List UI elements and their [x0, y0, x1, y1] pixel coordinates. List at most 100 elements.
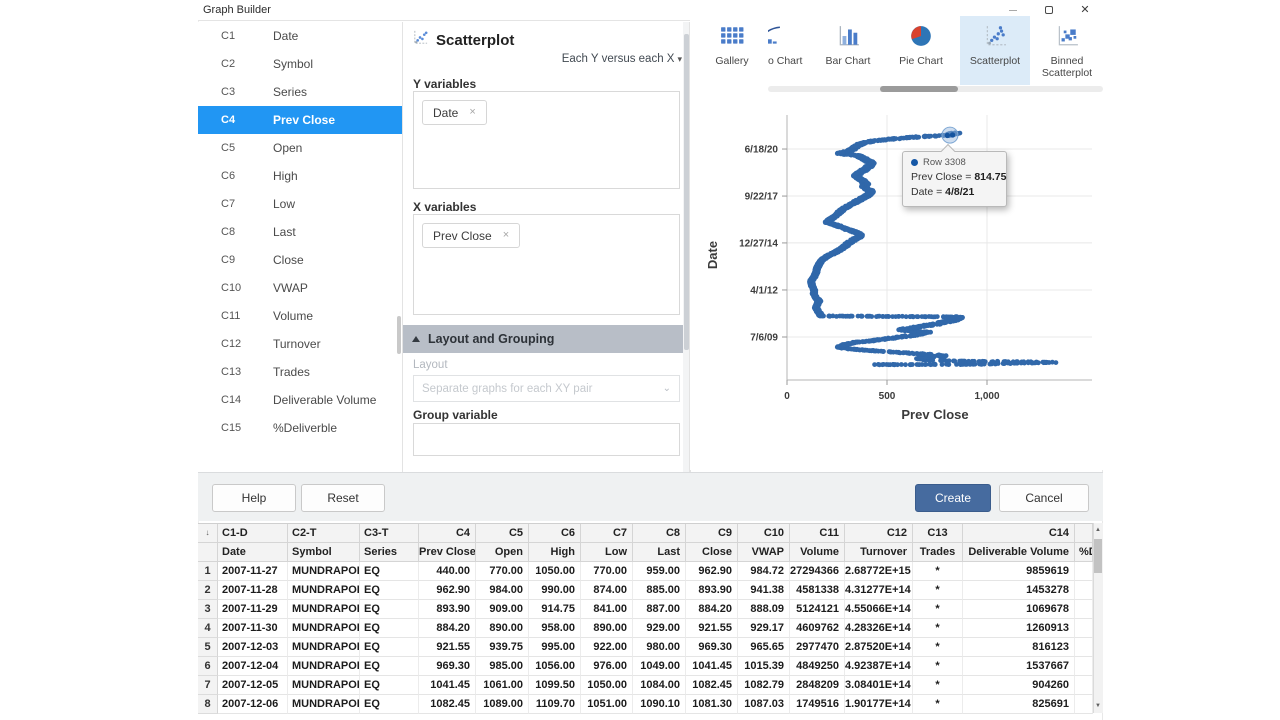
- header-cell[interactable]: C8: [633, 524, 686, 543]
- columns-list-scrollbar[interactable]: [397, 316, 401, 354]
- sort-arrow-icon[interactable]: ↓: [198, 524, 218, 543]
- table-cell[interactable]: 890.00: [476, 619, 529, 638]
- column-item-c3[interactable]: C3Series: [198, 78, 402, 106]
- header-cell[interactable]: C9: [686, 524, 738, 543]
- table-cell[interactable]: 1041.45: [686, 657, 738, 676]
- y-variable-chip[interactable]: Date ×: [422, 100, 487, 125]
- header-cell[interactable]: C11: [790, 524, 845, 543]
- header-cell[interactable]: C10: [738, 524, 790, 543]
- table-cell[interactable]: 2848209: [790, 676, 845, 695]
- table-cell[interactable]: [1075, 581, 1093, 600]
- header-cell[interactable]: C13: [913, 524, 963, 543]
- table-cell[interactable]: 904260: [963, 676, 1075, 695]
- header-cell[interactable]: Trades: [913, 543, 963, 562]
- table-cell[interactable]: 1061.00: [476, 676, 529, 695]
- column-item-c5[interactable]: C5Open: [198, 134, 402, 162]
- table-cell[interactable]: 958.00: [529, 619, 581, 638]
- table-cell[interactable]: 884.20: [419, 619, 476, 638]
- header-cell[interactable]: C5: [476, 524, 529, 543]
- table-cell[interactable]: 1049.00: [633, 657, 686, 676]
- table-cell[interactable]: MUNDRAPORT: [288, 600, 360, 619]
- table-cell[interactable]: 2007-12-03: [218, 638, 288, 657]
- table-cell[interactable]: 887.00: [633, 600, 686, 619]
- table-cell[interactable]: 4.28326E+14: [845, 619, 913, 638]
- header-cell[interactable]: C4: [419, 524, 476, 543]
- scatter-plot[interactable]: 6/18/209/22/1712/27/144/1/127/6/0905001,…: [690, 92, 1103, 470]
- column-item-c8[interactable]: C8Last: [198, 218, 402, 246]
- table-cell[interactable]: MUNDRAPORT: [288, 581, 360, 600]
- header-cell[interactable]: C14: [963, 524, 1075, 543]
- chart-type-scatterplot[interactable]: Scatterplot: [960, 16, 1030, 85]
- table-cell[interactable]: *: [913, 695, 963, 714]
- x-variables-dropzone[interactable]: Prev Close ×: [413, 214, 680, 315]
- table-cell[interactable]: 4.92387E+14: [845, 657, 913, 676]
- header-cell[interactable]: Date: [218, 543, 288, 562]
- table-cell[interactable]: 1041.45: [419, 676, 476, 695]
- table-cell[interactable]: 1749516: [790, 695, 845, 714]
- table-cell[interactable]: *: [913, 638, 963, 657]
- table-cell[interactable]: 990.00: [529, 581, 581, 600]
- reset-button[interactable]: Reset: [301, 484, 385, 512]
- table-cell[interactable]: 959.00: [633, 562, 686, 581]
- table-cell[interactable]: 962.90: [686, 562, 738, 581]
- table-cell[interactable]: 1081.30: [686, 695, 738, 714]
- table-cell[interactable]: 965.65: [738, 638, 790, 657]
- column-item-c14[interactable]: C14Deliverable Volume: [198, 386, 402, 414]
- table-cell[interactable]: 893.90: [419, 600, 476, 619]
- table-cell[interactable]: 893.90: [686, 581, 738, 600]
- table-cell[interactable]: 3: [198, 600, 218, 619]
- header-cell[interactable]: C2-T: [288, 524, 360, 543]
- table-cell[interactable]: 1050.00: [581, 676, 633, 695]
- header-cell[interactable]: [1075, 524, 1093, 543]
- table-cell[interactable]: 2007-11-29: [218, 600, 288, 619]
- table-cell[interactable]: EQ: [360, 676, 419, 695]
- chart-type-gallery[interactable]: Gallery: [698, 16, 766, 85]
- header-cell[interactable]: %D: [1075, 543, 1093, 562]
- column-item-c12[interactable]: C12Turnover: [198, 330, 402, 358]
- cancel-button[interactable]: Cancel: [999, 484, 1089, 512]
- table-cell[interactable]: 1084.00: [633, 676, 686, 695]
- header-cell[interactable]: VWAP: [738, 543, 790, 562]
- create-button[interactable]: Create: [915, 484, 991, 512]
- column-item-c10[interactable]: C10VWAP: [198, 274, 402, 302]
- table-cell[interactable]: MUNDRAPORT: [288, 695, 360, 714]
- header-cell[interactable]: [198, 543, 218, 562]
- table-cell[interactable]: EQ: [360, 657, 419, 676]
- table-cell[interactable]: 884.20: [686, 600, 738, 619]
- table-cell[interactable]: 816123: [963, 638, 1075, 657]
- highlighted-point[interactable]: [945, 133, 950, 138]
- table-cell[interactable]: 770.00: [476, 562, 529, 581]
- table-cell[interactable]: [1075, 695, 1093, 714]
- table-cell[interactable]: MUNDRAPORT: [288, 619, 360, 638]
- column-item-c15[interactable]: C15%Deliverble: [198, 414, 402, 442]
- header-cell[interactable]: Open: [476, 543, 529, 562]
- table-cell[interactable]: [1075, 657, 1093, 676]
- table-cell[interactable]: 1089.00: [476, 695, 529, 714]
- header-cell[interactable]: C6: [529, 524, 581, 543]
- table-cell[interactable]: 8: [198, 695, 218, 714]
- remove-chip-icon[interactable]: ×: [469, 107, 475, 118]
- layout-and-grouping-section[interactable]: Layout and Grouping: [403, 325, 689, 353]
- table-cell[interactable]: 9859619: [963, 562, 1075, 581]
- plot-mode-dropdown[interactable]: Each Y versus each X▾: [470, 53, 682, 65]
- builder-panel-scrollbar[interactable]: [684, 34, 689, 350]
- table-cell[interactable]: 969.30: [419, 657, 476, 676]
- table-cell[interactable]: 929.17: [738, 619, 790, 638]
- table-cell[interactable]: 914.75: [529, 600, 581, 619]
- table-cell[interactable]: 2007-11-28: [218, 581, 288, 600]
- table-cell[interactable]: *: [913, 600, 963, 619]
- table-cell[interactable]: 770.00: [581, 562, 633, 581]
- table-cell[interactable]: 2007-11-27: [218, 562, 288, 581]
- chart-type-bar[interactable]: Bar Chart: [813, 16, 883, 85]
- table-cell[interactable]: 2977470: [790, 638, 845, 657]
- group-variable-dropzone[interactable]: [413, 423, 680, 456]
- scroll-down-button[interactable]: ▼: [1093, 699, 1103, 713]
- table-cell[interactable]: 1056.00: [529, 657, 581, 676]
- header-cell[interactable]: C1-D: [218, 524, 288, 543]
- table-cell[interactable]: EQ: [360, 581, 419, 600]
- table-cell[interactable]: 7: [198, 676, 218, 695]
- table-cell[interactable]: 1082.45: [419, 695, 476, 714]
- table-cell[interactable]: 984.72: [738, 562, 790, 581]
- table-cell[interactable]: 969.30: [686, 638, 738, 657]
- table-cell[interactable]: EQ: [360, 619, 419, 638]
